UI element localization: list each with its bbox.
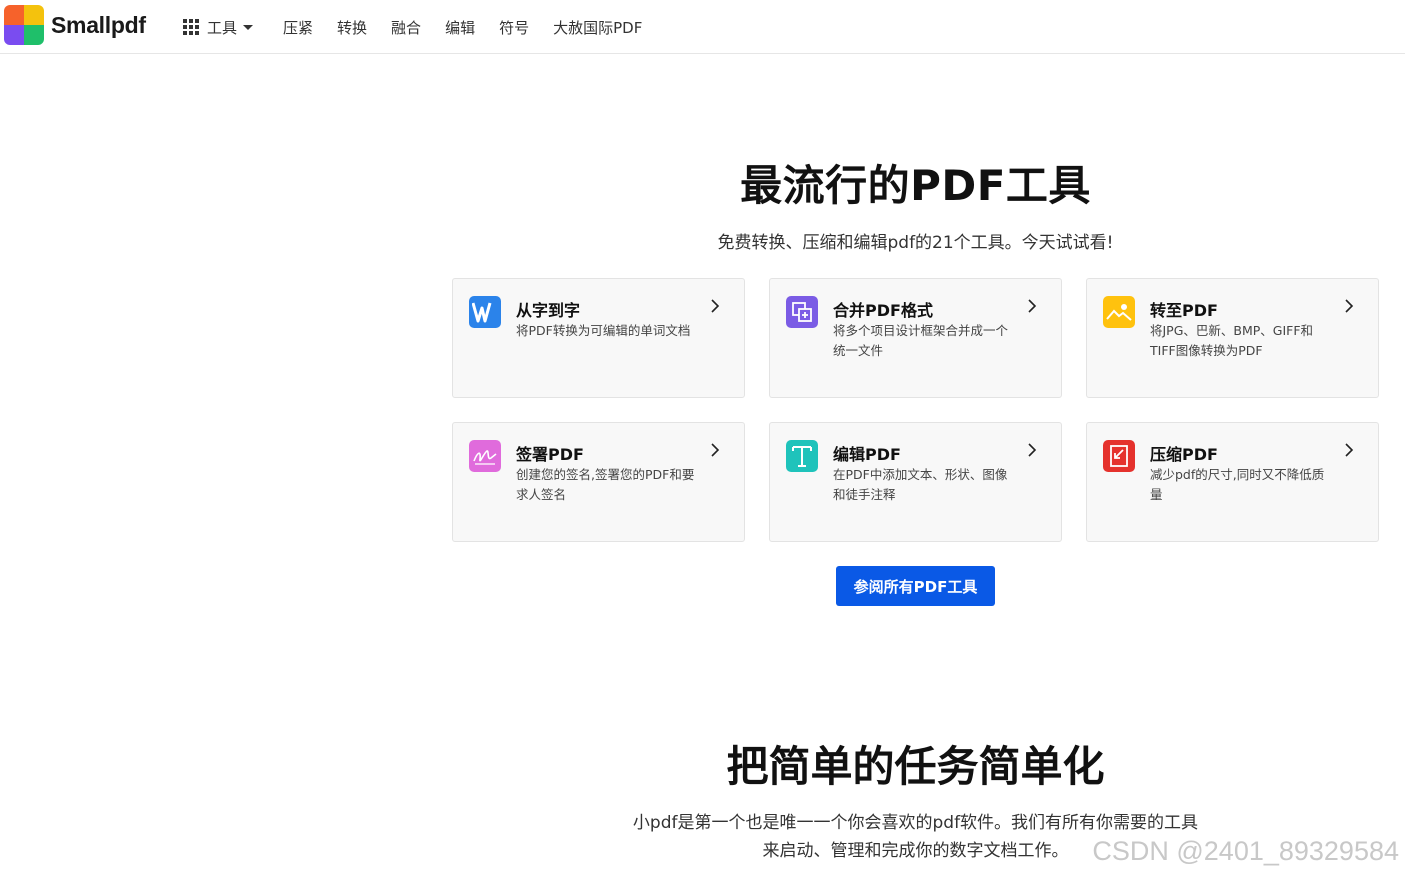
card-title: 压缩PDF	[1150, 445, 1218, 464]
image-icon	[1103, 296, 1135, 328]
card-description: 将PDF转换为可编辑的单词文档	[516, 323, 691, 338]
hero-subtitle: 免费转换、压缩和编辑pdf的21个工具。今天试试看!	[717, 233, 1114, 253]
card-title: 签署PDF	[516, 445, 584, 464]
card-description: 在PDF中添加文本、形状、图像和徒手注释	[833, 467, 1008, 502]
nav-link-sign[interactable]: 符号	[499, 17, 529, 38]
card-description: 将JPG、巴新、BMP、GIFF和TIFF图像转换为PDF	[1150, 323, 1314, 358]
section-description-line-1: 小pdf是第一个也是唯一一个你会喜欢的pdf软件。我们有所有你需要的工具	[632, 813, 1199, 833]
tools-menu-button[interactable]: 工具	[183, 17, 254, 38]
card-description: 减少pdf的尺寸,同时又不降低质量	[1150, 467, 1325, 502]
nav-link-convert[interactable]: 转换	[337, 17, 367, 38]
chevron-right-icon	[1028, 299, 1037, 313]
section-title: 把简单的任务简单化	[726, 742, 1105, 791]
card-description: 将多个项目设计框架合并成一个统一文件	[833, 323, 1009, 358]
card-title: 从字到字	[516, 301, 581, 320]
nav-link-edit[interactable]: 编辑	[445, 17, 475, 38]
tools-menu-label: 工具	[207, 18, 238, 37]
chevron-right-icon	[1345, 299, 1354, 313]
tool-card-merge-pdf[interactable]: 合并PDF格式 将多个项目设计框架合并成一个统一文件	[769, 278, 1062, 398]
chevron-right-icon	[1345, 443, 1354, 457]
card-title: 合并PDF格式	[833, 301, 933, 320]
smallpdf-logo-icon	[4, 5, 44, 45]
tool-card-sign-pdf[interactable]: 签署PDF 创建您的签名,签署您的PDF和要求人签名	[452, 422, 745, 542]
merge-icon	[786, 296, 818, 328]
hero-title: 最流行的PDF工具	[740, 161, 1091, 210]
caret-down-icon	[243, 24, 254, 30]
tool-card-pdf-to-word[interactable]: 从字到字 将PDF转换为可编辑的单词文档	[452, 278, 745, 398]
top-navbar: Smallpdf 工具 压紧 转换 融合 编辑 符号 大赦国际PDF	[0, 0, 1405, 54]
watermark-text: CSDN @2401_89329584	[1092, 836, 1399, 866]
chevron-right-icon	[1028, 443, 1037, 457]
card-title: 转至PDF	[1150, 301, 1218, 320]
card-title: 编辑PDF	[833, 445, 901, 464]
compress-icon	[1103, 440, 1135, 472]
see-all-tools-button[interactable]: 参阅所有PDF工具	[836, 566, 995, 606]
apps-grid-icon	[183, 19, 199, 35]
signature-icon	[469, 440, 501, 472]
word-icon	[469, 296, 501, 328]
main-nav: 工具 压紧 转换 融合 编辑 符号 大赦国际PDF	[183, 0, 666, 54]
logo-text: Smallpdf	[51, 11, 146, 38]
card-description: 创建您的签名,签署您的PDF和要求人签名	[516, 467, 695, 502]
tool-card-image-to-pdf[interactable]: 转至PDF 将JPG、巴新、BMP、GIFF和TIFF图像转换为PDF	[1086, 278, 1379, 398]
chevron-right-icon	[711, 443, 720, 457]
tool-card-edit-pdf[interactable]: 编辑PDF 在PDF中添加文本、形状、图像和徒手注释	[769, 422, 1062, 542]
smallpdf-logo[interactable]: Smallpdf	[4, 5, 146, 45]
chevron-right-icon	[711, 299, 720, 313]
tool-card-compress-pdf[interactable]: 压缩PDF 减少pdf的尺寸,同时又不降低质量	[1086, 422, 1379, 542]
text-icon	[786, 440, 818, 472]
nav-link-merge[interactable]: 融合	[391, 17, 421, 38]
nav-link-compress[interactable]: 压紧	[283, 17, 313, 38]
nav-link-ai-pdf[interactable]: 大赦国际PDF	[553, 17, 642, 38]
